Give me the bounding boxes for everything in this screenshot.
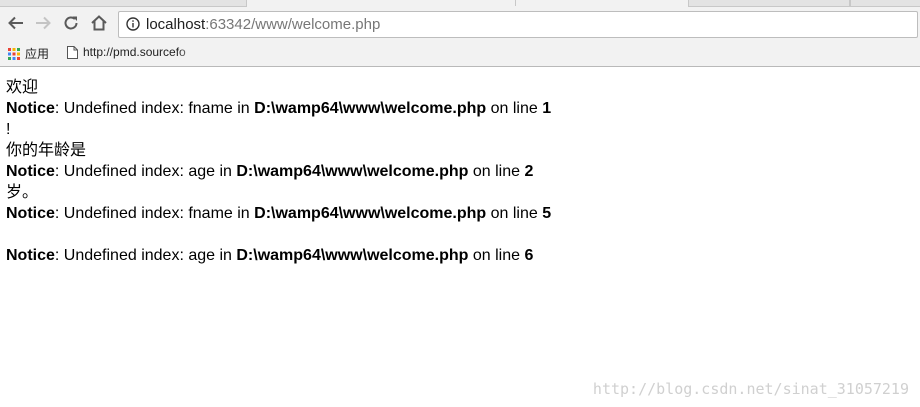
notice-label: Notice [6, 205, 55, 222]
bookmark-pmd-label: http://pmd.sourcefo [83, 45, 186, 59]
age-suffix-text: 岁。 [6, 184, 39, 201]
greeting-text: 欢迎 [6, 79, 39, 96]
notice-on-line: on line [486, 205, 543, 222]
tab-edge-left[interactable] [0, 0, 247, 7]
back-button[interactable] [3, 9, 29, 37]
notice-line-number: 6 [524, 247, 534, 264]
home-button[interactable] [86, 9, 112, 37]
notice-file: D:\wamp64\www\welcome.php [254, 100, 487, 117]
url-host: localhost [146, 16, 206, 33]
notice-line-number: 1 [542, 100, 552, 117]
address-bar[interactable]: localhost:63342/www/welcome.php [118, 11, 918, 38]
forward-button[interactable] [30, 9, 56, 37]
notice-file: D:\wamp64\www\welcome.php [254, 205, 487, 222]
notice-label: Notice [6, 247, 55, 264]
exclamation-text: ! [6, 121, 11, 138]
notice-label: Notice [6, 163, 55, 180]
watermark-text: http://blog.csdn.net/sinat_31057219 [592, 380, 909, 398]
tab-edge-new[interactable] [850, 0, 920, 7]
notice-message: : Undefined index: fname in [54, 100, 255, 117]
bookmark-apps[interactable]: 应用 [8, 45, 49, 62]
tab-strip [0, 0, 920, 7]
php-notice-line: Notice: Undefined index: age in D:\wamp6… [6, 245, 906, 266]
notice-label: Notice [6, 100, 55, 117]
home-icon [91, 15, 107, 31]
browser-toolbar: localhost:63342/www/welcome.php [0, 7, 920, 41]
notice-file: D:\wamp64\www\welcome.php [236, 247, 469, 264]
tab-edge-right[interactable] [688, 0, 850, 7]
age-prefix-text: 你的年龄是 [6, 142, 87, 159]
url-path: :63342/www/welcome.php [205, 16, 381, 33]
notice-message: : Undefined index: age in [54, 247, 237, 264]
page-icon [67, 45, 78, 59]
back-arrow-icon [8, 16, 23, 30]
forward-arrow-icon [36, 16, 51, 30]
php-notice-line: Notice: Undefined index: fname in D:\wam… [6, 203, 906, 224]
notice-line-number: 5 [542, 205, 552, 222]
tab-edge-active[interactable] [515, 0, 689, 6]
notice-on-line: on line [486, 100, 543, 117]
notice-on-line: on line [468, 247, 525, 264]
bookmarks-bar: 应用 http://pmd.sourcefo [0, 41, 920, 67]
reload-icon [64, 16, 78, 30]
apps-grid-icon [8, 47, 20, 60]
php-notice-line: Notice: Undefined index: fname in D:\wam… [6, 98, 906, 119]
page-content: 欢迎 Notice: Undefined index: fname in D:\… [6, 77, 906, 266]
info-icon[interactable] [126, 17, 140, 31]
php-notice-line: Notice: Undefined index: age in D:\wamp6… [6, 161, 906, 182]
reload-button[interactable] [58, 9, 84, 37]
notice-message: : Undefined index: fname in [54, 205, 255, 222]
notice-message: : Undefined index: age in [54, 163, 237, 180]
notice-line-number: 2 [524, 163, 534, 180]
url-text[interactable]: localhost:63342/www/welcome.php [146, 16, 380, 33]
bookmark-apps-label: 应用 [25, 47, 50, 61]
notice-file: D:\wamp64\www\welcome.php [236, 163, 469, 180]
bookmark-pmd[interactable]: http://pmd.sourcefo [67, 45, 201, 59]
browser-window: localhost:63342/www/welcome.php 应用 http:… [0, 0, 920, 407]
notice-on-line: on line [468, 163, 525, 180]
